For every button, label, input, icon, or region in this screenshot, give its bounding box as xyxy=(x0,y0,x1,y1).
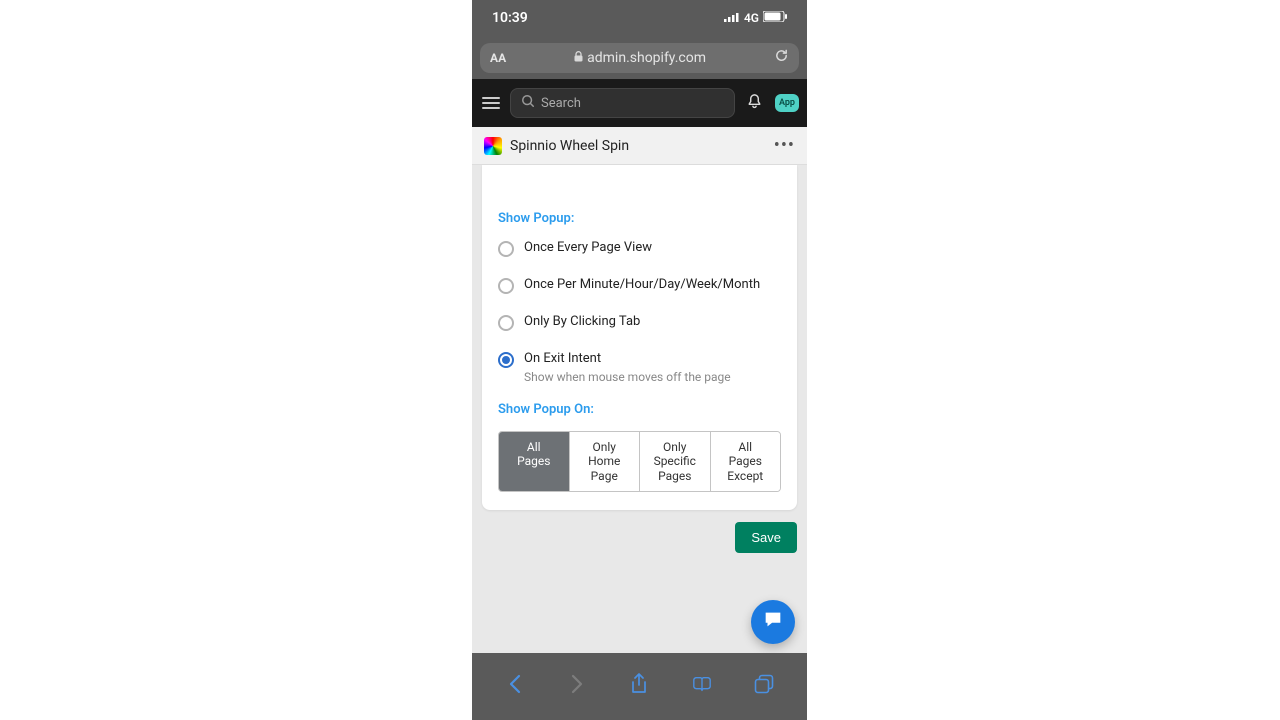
url-field[interactable]: AA admin.shopify.com xyxy=(480,43,799,73)
lock-icon xyxy=(574,51,583,65)
radio-once-per-interval[interactable]: Once Per Minute/Hour/Day/Week/Month xyxy=(498,277,781,294)
chat-icon xyxy=(762,609,784,635)
battery-icon xyxy=(763,11,787,25)
refresh-icon[interactable] xyxy=(774,48,789,67)
app-titlebar: Spinnio Wheel Spin ••• xyxy=(472,127,807,165)
forward-icon[interactable] xyxy=(562,674,592,699)
share-icon[interactable] xyxy=(624,673,654,700)
admin-header: Search App xyxy=(472,79,807,127)
network-type: 4G xyxy=(744,11,759,25)
radio-icon xyxy=(498,315,514,331)
menu-icon[interactable] xyxy=(480,92,502,114)
radio-label: On Exit Intent xyxy=(524,351,731,366)
safari-toolbar xyxy=(472,653,807,720)
seg-only-specific[interactable]: Only Specific Pages xyxy=(640,432,711,491)
app-logo-icon xyxy=(484,137,502,155)
search-input[interactable]: Search xyxy=(510,88,735,118)
radio-icon xyxy=(498,352,514,368)
notifications-icon[interactable] xyxy=(743,93,767,114)
safari-url-bar: AA admin.shopify.com xyxy=(472,36,807,79)
back-icon[interactable] xyxy=(500,674,530,699)
radio-icon xyxy=(498,241,514,257)
tabs-icon[interactable] xyxy=(749,674,779,699)
page-selector-segment: All Pages Only Home Page Only Specific P… xyxy=(498,431,781,492)
ios-time: 10:39 xyxy=(492,10,528,26)
radio-only-clicking-tab[interactable]: Only By Clicking Tab xyxy=(498,314,781,331)
show-popup-on-label: Show Popup On: xyxy=(498,402,781,417)
app-badge[interactable]: App xyxy=(775,94,799,112)
search-placeholder: Search xyxy=(541,96,581,111)
radio-label: Only By Clicking Tab xyxy=(524,314,640,329)
signal-icon xyxy=(724,11,740,25)
seg-all-pages[interactable]: All Pages xyxy=(499,432,570,491)
seg-all-except[interactable]: All Pages Except xyxy=(711,432,781,491)
app-title: Spinnio Wheel Spin xyxy=(510,138,766,154)
ios-status-right: 4G xyxy=(724,11,787,25)
reader-icon[interactable]: AA xyxy=(490,51,506,65)
seg-only-home[interactable]: Only Home Page xyxy=(570,432,641,491)
radio-label: Once Per Minute/Hour/Day/Week/Month xyxy=(524,277,760,292)
radio-description: Show when mouse moves off the page xyxy=(524,370,731,384)
radio-icon xyxy=(498,278,514,294)
save-button[interactable]: Save xyxy=(735,522,797,553)
url-text: admin.shopify.com xyxy=(587,50,706,66)
radio-once-every-page[interactable]: Once Every Page View xyxy=(498,240,781,257)
bookmarks-icon[interactable] xyxy=(687,675,717,699)
settings-panel: Show Popup: Once Every Page View Once Pe… xyxy=(472,165,807,653)
ios-status-bar: 10:39 4G xyxy=(472,0,807,36)
more-icon[interactable]: ••• xyxy=(774,135,795,156)
search-icon xyxy=(521,94,535,112)
radio-on-exit-intent[interactable]: On Exit Intent Show when mouse moves off… xyxy=(498,351,781,384)
mobile-viewport: 10:39 4G AA admin.shopify.com xyxy=(472,0,807,720)
settings-card: Show Popup: Once Every Page View Once Pe… xyxy=(482,165,797,510)
save-row: Save xyxy=(482,522,797,553)
radio-label: Once Every Page View xyxy=(524,240,652,255)
show-popup-label: Show Popup: xyxy=(498,211,781,226)
chat-fab[interactable] xyxy=(751,600,795,644)
